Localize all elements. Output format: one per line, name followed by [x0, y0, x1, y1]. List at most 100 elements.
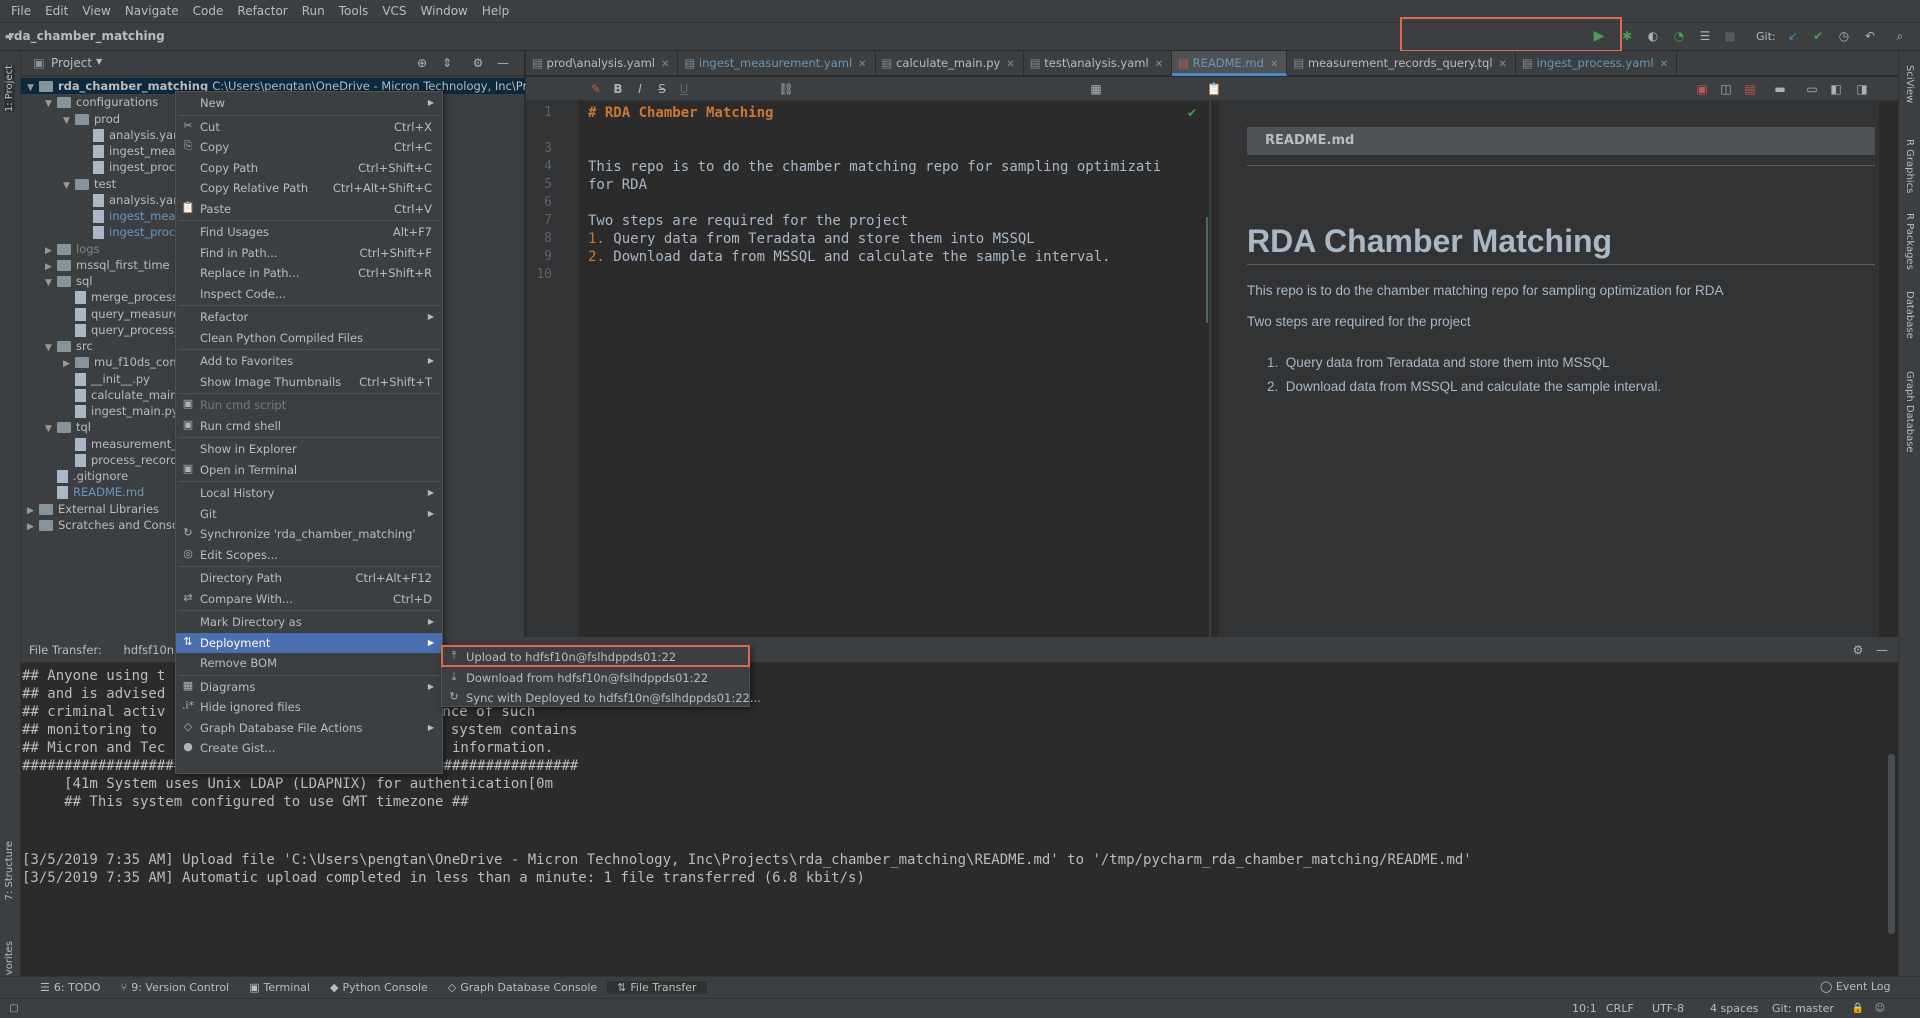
context-menu-item[interactable]: Replace in Path... Ctrl+Shift+R	[176, 263, 442, 284]
context-menu-item[interactable]: ⇄ Compare With... Ctrl+D	[176, 589, 442, 610]
save-icon[interactable]: ▬	[1772, 81, 1788, 97]
caret-position[interactable]: 10:1	[1572, 1002, 1597, 1015]
menu-navigate[interactable]: Navigate	[118, 4, 186, 18]
context-menu-item[interactable]: Copy Path Ctrl+Shift+C	[176, 158, 442, 179]
hide-icon[interactable]: —	[495, 55, 511, 71]
deployment-menu-item[interactable]: ↻ Sync with Deployed to hdfsf10n@fslhdppd…	[442, 688, 749, 708]
project-panel-title[interactable]: Project	[51, 56, 92, 70]
layout-split-icon[interactable]: ◫	[1718, 81, 1734, 97]
context-menu-item[interactable]: Git ▶	[176, 504, 442, 525]
context-menu-item[interactable]: ✂ Cut Ctrl+X	[176, 117, 442, 138]
context-menu-item[interactable]: 📋 Paste Ctrl+V	[176, 199, 442, 220]
history-icon[interactable]: ◷	[1836, 28, 1852, 44]
toggle-tool-windows-icon[interactable]: ▢	[6, 1001, 22, 1017]
context-menu-item[interactable]: Add to Favorites ▶	[176, 351, 442, 372]
editor-tab[interactable]: ▤ ingest_process.yaml ✕	[1516, 51, 1677, 76]
r-packages-tool-tab[interactable]: R Packages	[1904, 213, 1915, 270]
menu-help[interactable]: Help	[475, 4, 516, 18]
context-menu-item[interactable]: Refactor ▶	[176, 307, 442, 328]
underline-icon[interactable]: U	[676, 81, 692, 97]
context-menu-item[interactable]: Remove BOM	[176, 653, 442, 674]
context-menu-item[interactable]: Mark Directory as ▶	[176, 612, 442, 633]
table-icon[interactable]: ▦	[1088, 81, 1104, 97]
editor-tab[interactable]: ▤ ingest_measurement.yaml ✕	[678, 51, 875, 76]
indent-setting[interactable]: 4 spaces	[1710, 1002, 1759, 1015]
console-scrollbar[interactable]	[1888, 754, 1895, 934]
context-menu-item[interactable]: ⇅ Deployment ▶	[176, 633, 442, 654]
pen-icon[interactable]: ✎	[588, 81, 604, 97]
bold-icon[interactable]: B	[610, 81, 626, 97]
profile-icon[interactable]: ◔	[1671, 28, 1687, 44]
link-icon[interactable]: ⛓	[778, 81, 794, 97]
context-menu-item[interactable]: ◇ Graph Database File Actions ▶	[176, 718, 442, 739]
concurrency-icon[interactable]: ☰	[1697, 28, 1713, 44]
close-icon[interactable]: ✕	[858, 59, 866, 70]
close-icon[interactable]: ✕	[1155, 59, 1163, 70]
bottom-tab-graph-database-console[interactable]: ◇ Graph Database Console	[438, 981, 607, 994]
context-menu-item[interactable]: ▦ Diagrams ▶	[176, 677, 442, 698]
context-menu-item[interactable]: Local History ▶	[176, 483, 442, 504]
context-menu-item[interactable]: Find in Path... Ctrl+Shift+F	[176, 243, 442, 264]
bottom-tab-9-version-control[interactable]: ⑂ 9: Version Control	[111, 981, 240, 994]
menu-tools[interactable]: Tools	[332, 4, 376, 18]
collapsed-arrow-icon[interactable]: ▶	[27, 519, 39, 535]
git-commit-icon[interactable]: ✔	[1810, 28, 1826, 44]
bottom-tab-terminal[interactable]: ▣ Terminal	[239, 981, 320, 994]
stop-icon[interactable]: ■	[1722, 28, 1738, 44]
context-menu-item[interactable]: ⎘ Copy Ctrl+C	[176, 137, 442, 158]
r-graphics-tool-tab[interactable]: R Graphics	[1904, 139, 1915, 193]
context-menu-item[interactable]: Find Usages Alt+F7	[176, 222, 442, 243]
breadcrumb[interactable]: rda_chamber_matching	[8, 29, 165, 43]
layout-editor-icon[interactable]: ▣	[1694, 81, 1710, 97]
context-menu-item[interactable]: Copy Relative Path Ctrl+Alt+Shift+C	[176, 178, 442, 199]
menu-edit[interactable]: Edit	[38, 4, 75, 18]
git-branch[interactable]: Git: master	[1772, 1002, 1834, 1015]
menu-vcs[interactable]: VCS	[375, 4, 413, 18]
clipboard-icon[interactable]: 📋	[1206, 81, 1222, 97]
context-menu-item[interactable]: ◎ Edit Scopes...	[176, 545, 442, 566]
context-menu-item[interactable]: Clean Python Compiled Files	[176, 328, 442, 349]
editor-tab[interactable]: ▤ measurement_records_query.tql ✕	[1287, 51, 1516, 76]
structure-tool-tab[interactable]: 7: Structure	[4, 841, 15, 900]
close-icon[interactable]: ✕	[1499, 59, 1507, 70]
close-icon[interactable]: ✕	[1006, 59, 1014, 70]
line-separator[interactable]: CRLF	[1606, 1002, 1634, 1015]
search-icon[interactable]: ⌕	[1892, 28, 1908, 44]
menu-run[interactable]: Run	[295, 4, 332, 18]
menu-code[interactable]: Code	[186, 4, 231, 18]
preview-only-icon[interactable]: ◨	[1854, 81, 1870, 97]
close-icon[interactable]: ✕	[1270, 59, 1278, 70]
context-menu-item[interactable]: New ▶	[176, 93, 442, 114]
revert-icon[interactable]: ↶	[1862, 28, 1878, 44]
context-menu-item[interactable]: Directory Path Ctrl+Alt+F12	[176, 568, 442, 589]
editor-tab[interactable]: ▤ README.md ✕	[1172, 51, 1287, 76]
graph-database-tool-tab[interactable]: Graph Database	[1904, 371, 1915, 453]
event-log[interactable]: ◯ Event Log	[1820, 980, 1890, 993]
lock-icon[interactable]: 🔒	[1850, 1001, 1866, 1017]
context-menu-item[interactable]: Inspect Code...	[176, 284, 442, 305]
deployment-menu-item[interactable]: ⤓ Download from hdfsf10n@fslhdppds01:22	[442, 668, 749, 688]
sciview-tool-tab[interactable]: SciView	[1904, 65, 1915, 103]
locate-icon[interactable]: ⊕	[414, 55, 430, 71]
strikethrough-icon[interactable]: S	[654, 81, 670, 97]
inspector-icon[interactable]: ☺	[1872, 1001, 1888, 1017]
context-menu-item[interactable]: ▣ Run cmd shell	[176, 416, 442, 437]
context-menu-item[interactable]: ↻ Synchronize 'rda_chamber_matching'	[176, 524, 442, 545]
git-update-icon[interactable]: ↙	[1785, 28, 1801, 44]
context-menu-item[interactable]: Show Image Thumbnails Ctrl+Shift+T	[176, 372, 442, 393]
editor-only-icon[interactable]: ▭	[1804, 81, 1820, 97]
menu-refactor[interactable]: Refactor	[230, 4, 294, 18]
editor-tab[interactable]: ▤ test\analysis.yaml ✕	[1024, 51, 1172, 76]
close-icon[interactable]: ✕	[661, 59, 669, 70]
gear-icon[interactable]: ⚙	[1850, 642, 1866, 658]
bottom-tab-file-transfer[interactable]: ⇅ File Transfer	[607, 981, 706, 994]
context-menu-item[interactable]: Show in Explorer	[176, 439, 442, 460]
context-menu-item[interactable]: ● Create Gist...	[176, 738, 442, 759]
menu-view[interactable]: View	[75, 4, 117, 18]
file-encoding[interactable]: UTF-8	[1652, 1002, 1684, 1015]
project-tool-tab[interactable]: 1: Project	[4, 65, 15, 112]
bottom-tab-6-todo[interactable]: ☰ 6: TODO	[30, 981, 111, 994]
code-editor[interactable]: # RDA Chamber Matching This repo is to do…	[588, 101, 1208, 661]
gear-icon[interactable]: ⚙	[470, 55, 486, 71]
layout-preview-icon[interactable]: ▤	[1742, 81, 1758, 97]
